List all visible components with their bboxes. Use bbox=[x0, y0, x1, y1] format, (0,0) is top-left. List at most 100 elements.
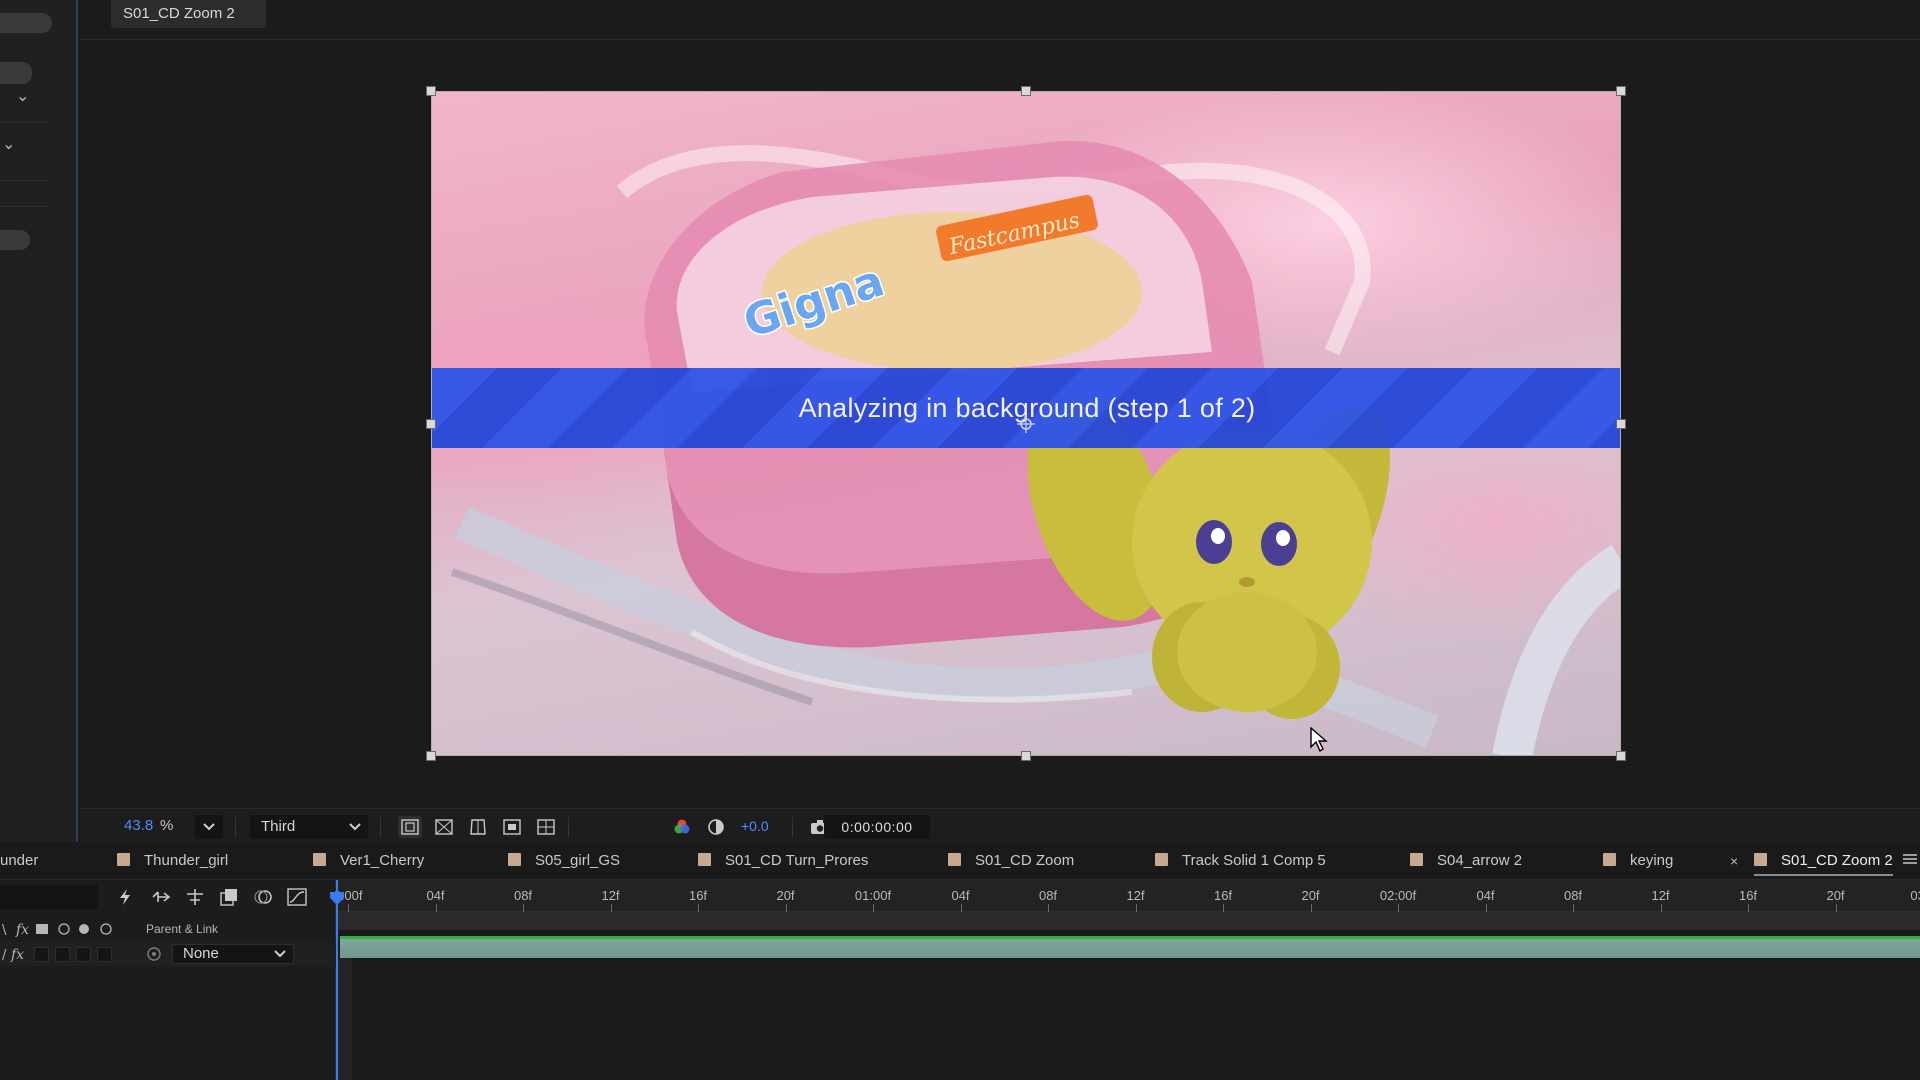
tab-label: S04_arrow 2 bbox=[1437, 852, 1523, 869]
composition-tabs: under Thunder_girl Ver1_Cherry S05_girl_… bbox=[0, 842, 1920, 880]
work-area-bar[interactable] bbox=[336, 912, 1920, 930]
viewer-toolbar: 43.8 % Third +0.0 0:00:00:00 bbox=[80, 808, 1920, 842]
region-of-interest-icon[interactable] bbox=[500, 816, 524, 838]
parent-link-column-label: Parent & Link bbox=[146, 922, 219, 936]
ruler-tick-label: 08f bbox=[1563, 888, 1583, 903]
ruler-tick-label: 20f bbox=[1301, 888, 1320, 903]
ruler-tick bbox=[960, 904, 962, 912]
close-tab-icon[interactable]: × bbox=[1730, 842, 1738, 880]
transform-handle-middle-left[interactable] bbox=[426, 419, 436, 429]
current-time-display[interactable]: 0:00:00:00 bbox=[824, 815, 930, 839]
tab-thunder-girl[interactable]: Thunder_girl bbox=[117, 842, 228, 880]
grid-icon[interactable] bbox=[432, 816, 456, 838]
ruler-tick-label: 12f bbox=[601, 888, 620, 903]
transform-handle-bottom-left[interactable] bbox=[426, 751, 436, 761]
layer-search-input[interactable] bbox=[0, 885, 98, 909]
ruler-tick bbox=[348, 904, 349, 912]
switch-box[interactable] bbox=[34, 947, 49, 962]
anchor-point-icon[interactable] bbox=[1017, 415, 1035, 433]
fit-view-icon[interactable] bbox=[398, 816, 422, 838]
ruler-tick-label: 04f bbox=[426, 888, 445, 903]
ruler-tick bbox=[1748, 904, 1749, 912]
chevron-down-icon[interactable]: ⌄ bbox=[2, 134, 15, 154]
ruler-tick bbox=[698, 904, 699, 912]
transparency-grid-icon[interactable] bbox=[534, 816, 558, 838]
switch-box[interactable] bbox=[76, 947, 91, 962]
panel-toggle[interactable] bbox=[0, 230, 30, 250]
toolbar-divider bbox=[792, 817, 793, 837]
pick-whip-icon[interactable] bbox=[146, 946, 162, 962]
transform-handle-top-right[interactable] bbox=[1616, 86, 1626, 96]
tab-s04-arrow-2[interactable]: S04_arrow 2 bbox=[1410, 842, 1522, 880]
panel-slider-handle[interactable] bbox=[0, 13, 52, 33]
transform-handle-middle-right[interactable] bbox=[1616, 419, 1626, 429]
toolbar-divider bbox=[235, 817, 236, 837]
label-color-swatch bbox=[508, 853, 521, 866]
chevron-down-icon[interactable]: ⌄ bbox=[16, 86, 29, 106]
tab-keying[interactable]: keying bbox=[1603, 842, 1673, 880]
layer-row[interactable]: / fx None bbox=[0, 942, 336, 966]
tab-label: S05_girl_GS bbox=[535, 852, 621, 869]
transform-handle-bottom-center[interactable] bbox=[1021, 751, 1031, 761]
layer-column-header: \ fx Parent & Link bbox=[0, 918, 336, 940]
panel-menu-icon[interactable] bbox=[1903, 853, 1917, 865]
draft-3d-icon[interactable] bbox=[184, 886, 206, 908]
graph-editor-icon[interactable] bbox=[286, 886, 308, 908]
tab-track-solid-1-comp-5[interactable]: Track Solid 1 Comp 5 bbox=[1155, 842, 1326, 880]
resolution-value: Third bbox=[261, 818, 296, 835]
effect-switch-icon[interactable]: / fx bbox=[2, 946, 30, 962]
parent-dropdown[interactable]: None bbox=[172, 944, 294, 964]
ruler-tick-label: 04f bbox=[1476, 888, 1495, 903]
panel-divider bbox=[0, 122, 50, 123]
ruler-tick bbox=[523, 904, 524, 912]
switch-box[interactable] bbox=[97, 947, 112, 962]
tab-s01-cd-zoom-2[interactable]: S01_CD Zoom 2 bbox=[1754, 842, 1893, 880]
transform-handle-top-left[interactable] bbox=[426, 86, 436, 96]
ruler-tick bbox=[610, 904, 612, 912]
tab-under[interactable]: under bbox=[0, 842, 38, 880]
panel-toggle[interactable] bbox=[0, 62, 32, 84]
hide-layers-icon[interactable] bbox=[150, 886, 172, 908]
ruler-tick bbox=[1485, 904, 1487, 912]
ruler-tick-label: 02:00f bbox=[1379, 888, 1417, 903]
time-ruler[interactable]: 0:00f 04f 08f 12f 16f 20f 01:00f 04f 08f 12f 16f 20… bbox=[334, 880, 1920, 912]
switch-box[interactable] bbox=[55, 947, 70, 962]
progress-message: Analyzing in background (step 1 of 2) bbox=[798, 393, 1256, 423]
frame-blending-icon[interactable] bbox=[218, 886, 240, 908]
resolution-dropdown[interactable]: Third bbox=[250, 815, 368, 839]
transform-handle-top-center[interactable] bbox=[1021, 86, 1031, 96]
tab-s01-cd-zoom[interactable]: S01_CD Zoom bbox=[948, 842, 1074, 880]
graph-editor-lightning-icon[interactable] bbox=[114, 886, 136, 908]
timeline-time-area[interactable]: 0:00f 04f 08f 12f 16f 20f 01:00f 04f 08f 12f 16f 20… bbox=[330, 880, 1920, 1080]
reset-exposure-icon[interactable] bbox=[704, 816, 728, 838]
ruler-tick-label: 16f bbox=[1213, 888, 1233, 903]
tab-label: under bbox=[0, 852, 39, 869]
svg-text:\: \ bbox=[2, 923, 7, 937]
tab-label: S01_CD Zoom 2 bbox=[1781, 852, 1893, 869]
transform-handle-bottom-right[interactable] bbox=[1616, 751, 1626, 761]
zoom-unit: % bbox=[160, 817, 174, 834]
ruler-tick-label: 20f bbox=[1826, 888, 1845, 903]
tab-s05-girl-gs[interactable]: S05_girl_GS bbox=[508, 842, 620, 880]
label-color-swatch bbox=[1410, 853, 1423, 866]
left-panel: ⌄ ⌄ bbox=[0, 0, 78, 842]
ruler-tick-label: 04f bbox=[951, 888, 970, 903]
viewer-tab[interactable]: S01_CD Zoom 2 bbox=[111, 0, 266, 28]
mask-view-icon[interactable] bbox=[466, 816, 490, 838]
tab-label: keying bbox=[1630, 852, 1674, 869]
ruler-tick bbox=[1310, 904, 1312, 912]
tab-ver1-cherry[interactable]: Ver1_Cherry bbox=[313, 842, 424, 880]
zoom-value[interactable]: 43.8 bbox=[124, 809, 153, 843]
layer-duration-bar[interactable] bbox=[340, 936, 1920, 958]
tab-s01-cd-turn-prores[interactable]: S01_CD Turn_Prores bbox=[698, 842, 868, 880]
svg-text:fx: fx bbox=[10, 947, 24, 962]
exposure-value[interactable]: +0.0 bbox=[741, 809, 769, 843]
playhead[interactable] bbox=[330, 880, 344, 1080]
channel-icon[interactable] bbox=[670, 816, 694, 838]
zoom-dropdown[interactable] bbox=[195, 815, 223, 839]
playhead-marker-icon[interactable] bbox=[330, 892, 344, 906]
motion-blur-icon[interactable] bbox=[252, 886, 274, 908]
panel-divider bbox=[0, 180, 50, 181]
toolbar-divider bbox=[568, 817, 569, 837]
ruler-tick bbox=[1398, 904, 1399, 912]
